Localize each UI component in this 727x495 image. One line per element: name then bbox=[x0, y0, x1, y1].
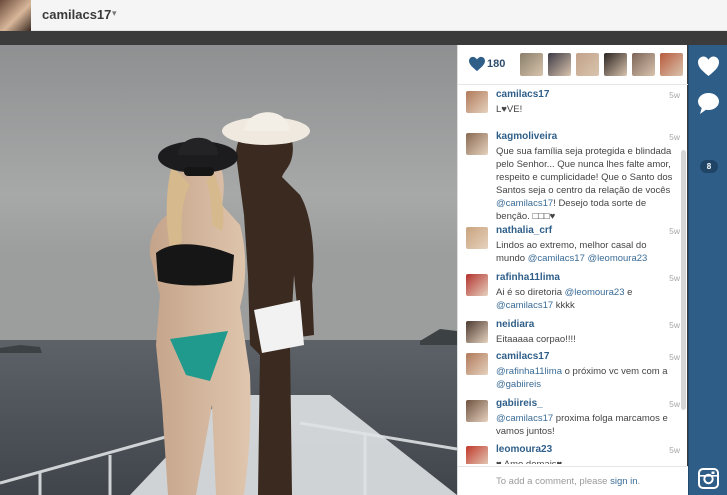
comment-timestamp: 5w bbox=[669, 132, 680, 142]
heart-icon[interactable] bbox=[468, 56, 486, 72]
comment-username[interactable]: rafinha11lima bbox=[496, 272, 560, 283]
profile-username[interactable]: camilacs17 bbox=[42, 7, 111, 22]
comment-avatar[interactable] bbox=[466, 400, 488, 422]
instagram-camera-icon[interactable] bbox=[695, 465, 722, 492]
comment-text-segment: kkkk bbox=[553, 300, 575, 311]
comments-scrollbar[interactable] bbox=[681, 150, 686, 410]
likes-count[interactable]: 180 bbox=[487, 58, 505, 70]
chevron-down-icon[interactable]: ▾ bbox=[112, 8, 117, 19]
photo-image bbox=[0, 45, 457, 495]
comment-text: Eitaaaaa corpao!!!! bbox=[496, 333, 678, 346]
comment-text-segment: Eitaaaaa corpao!!!! bbox=[496, 334, 576, 345]
profile-avatar[interactable] bbox=[0, 0, 31, 31]
comment-text-segment: Ai é so diretoria bbox=[496, 287, 565, 298]
comment-username[interactable]: nathalia_crf bbox=[496, 225, 552, 236]
comment-text: ♥ Amo demais♥ bbox=[496, 458, 678, 464]
comments-panel: 180 camilacs17 5w L♥VE! kagmoliveira 5w Que s… bbox=[457, 45, 688, 495]
comments-count-badge: 8 bbox=[700, 160, 718, 173]
comment-username[interactable]: leomoura23 bbox=[496, 444, 552, 455]
mention-link[interactable]: @camilacs17 bbox=[496, 198, 553, 209]
comment-timestamp: 5w bbox=[669, 320, 680, 330]
mention-link[interactable]: @camilacs17 bbox=[496, 413, 553, 424]
comment-text: @camilacs17 proxima folga marcamos e vam… bbox=[496, 412, 678, 438]
comment-username[interactable]: camilacs17 bbox=[496, 351, 549, 362]
top-bar: camilacs17 ▾ bbox=[0, 0, 727, 31]
comment-timestamp: 5w bbox=[669, 399, 680, 409]
comment-text-segment: o próximo vc vem com a bbox=[561, 366, 668, 377]
liker-avatar[interactable] bbox=[548, 53, 571, 76]
comments-list: camilacs17 5w L♥VE! kagmoliveira 5w Que sua f… bbox=[458, 86, 688, 464]
comment-avatar[interactable] bbox=[466, 353, 488, 375]
comment-avatar[interactable] bbox=[466, 227, 488, 249]
add-comment-box[interactable]: To add a comment, please sign in. bbox=[458, 466, 688, 495]
add-comment-suffix: . bbox=[637, 476, 641, 487]
comment-avatar[interactable] bbox=[466, 446, 488, 464]
add-comment-prefix: To add a comment, please bbox=[496, 476, 611, 487]
likes-row: 180 bbox=[458, 45, 688, 85]
mention-link[interactable]: @camilacs17 bbox=[528, 253, 585, 264]
comment-timestamp: 5w bbox=[669, 352, 680, 362]
mention-link[interactable]: @camilacs17 bbox=[496, 300, 553, 311]
mention-link[interactable]: @leomoura23 bbox=[565, 287, 625, 298]
comment-text-segment: Que sua família seja protegida e blindad… bbox=[496, 146, 673, 196]
comment-timestamp: 5w bbox=[669, 445, 680, 455]
liker-avatar[interactable] bbox=[520, 53, 543, 76]
action-rail: 8 bbox=[688, 45, 727, 495]
comment-username[interactable]: gabiireis_ bbox=[496, 398, 543, 409]
add-comment-prompt: To add a comment, please sign in. bbox=[496, 476, 640, 487]
comment-text-segment: e bbox=[624, 287, 633, 298]
comment-text: Ai é so diretoria @leomoura23 e @camilac… bbox=[496, 286, 678, 312]
comment-text: Lindos ao extremo, melhor casal do mundo… bbox=[496, 239, 678, 265]
liker-avatar[interactable] bbox=[576, 53, 599, 76]
speech-bubble-icon[interactable] bbox=[695, 90, 722, 117]
comment-avatar[interactable] bbox=[466, 321, 488, 343]
comment-avatar[interactable] bbox=[466, 91, 488, 113]
comment-username[interactable]: camilacs17 bbox=[496, 89, 549, 100]
post-photo[interactable] bbox=[0, 45, 457, 495]
mention-link[interactable]: @rafinha11lima bbox=[496, 366, 562, 377]
comment-text-segment: ♥ Amo demais♥ bbox=[496, 459, 562, 464]
liker-avatar[interactable] bbox=[660, 53, 683, 76]
sign-in-link[interactable]: sign in bbox=[610, 476, 637, 487]
mention-link[interactable]: @leomoura23 bbox=[588, 253, 648, 264]
comment-timestamp: 5w bbox=[669, 90, 680, 100]
comment-text-segment: L♥VE! bbox=[496, 104, 523, 115]
comment-timestamp: 5w bbox=[669, 226, 680, 236]
heart-icon[interactable] bbox=[695, 53, 722, 80]
comment-avatar[interactable] bbox=[466, 274, 488, 296]
comment-avatar[interactable] bbox=[466, 133, 488, 155]
comment-username[interactable]: kagmoliveira bbox=[496, 131, 557, 142]
comment-username[interactable]: neidiara bbox=[496, 319, 534, 330]
liker-avatar[interactable] bbox=[632, 53, 655, 76]
mention-link[interactable]: @gabiireis bbox=[496, 379, 541, 390]
comment-text: @rafinha11lima o próximo vc vem com a @g… bbox=[496, 365, 678, 391]
comment-text: Que sua família seja protegida e blindad… bbox=[496, 145, 678, 223]
liker-avatar[interactable] bbox=[604, 53, 627, 76]
comment-timestamp: 5w bbox=[669, 273, 680, 283]
comment-text: L♥VE! bbox=[496, 103, 678, 116]
